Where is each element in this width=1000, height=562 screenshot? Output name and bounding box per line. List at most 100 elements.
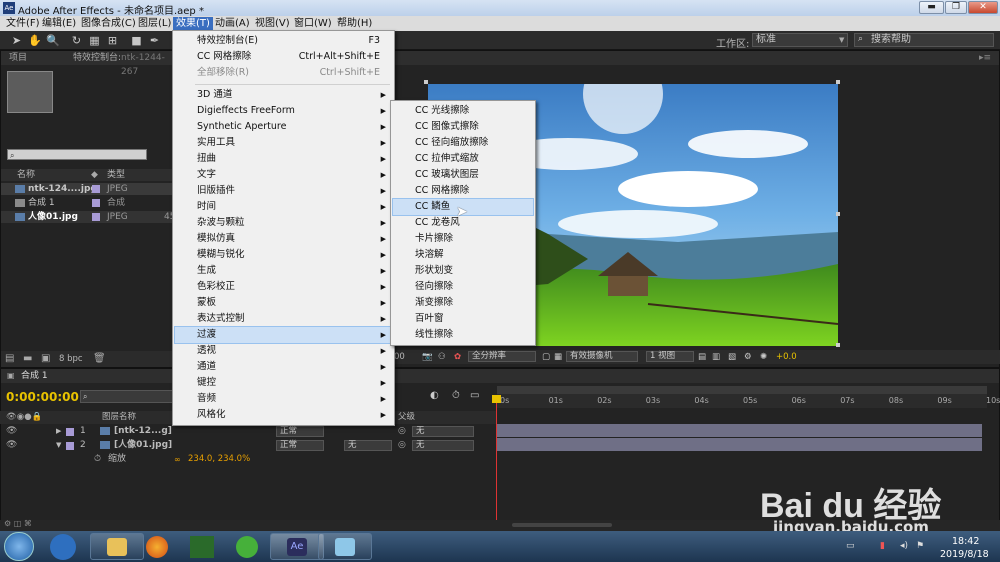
toggle-pixel-aspect-icon[interactable]: ▤ — [698, 350, 706, 364]
layer-row[interactable]: 👁 ▼ 2 [人像01.jpg] 正常 无 ◎ 无 — [0, 439, 497, 452]
video-app-icon[interactable] — [190, 536, 214, 558]
menu-item-category[interactable]: 文字 ▶ — [175, 167, 392, 183]
submenu-item-transition[interactable]: CC 光线擦除 — [393, 103, 533, 119]
clock-time[interactable]: 18:42 — [952, 536, 979, 547]
tab-composition[interactable]: 合成 1 — [21, 369, 48, 383]
eye-icon[interactable]: 👁 — [6, 425, 17, 438]
motion-blur-icon[interactable]: ◐ — [430, 390, 439, 401]
submenu-item-transition[interactable]: 形状划变 — [393, 263, 533, 279]
column-parent[interactable]: 父级 — [398, 411, 415, 424]
menu-item-category[interactable]: Synthetic Aperture ▶ — [175, 119, 392, 135]
submenu-item-transition[interactable]: CC 玻璃状图层 — [393, 167, 533, 183]
submenu-item-transition[interactable]: CC 径向缩放擦除 — [393, 135, 533, 151]
pan-behind-tool-icon[interactable]: ⊞ — [106, 34, 119, 47]
menu-item-category[interactable]: 色彩校正 ▶ — [175, 279, 392, 295]
clock-date[interactable]: 2019/8/18 — [940, 549, 989, 560]
view-layout-select[interactable]: 1 视图 — [646, 351, 694, 362]
transparency-grid-icon[interactable]: ▦ — [554, 350, 562, 364]
menu-animation[interactable]: 动画(A) — [212, 17, 253, 30]
zoom-tool-icon[interactable]: 🔍 — [46, 34, 60, 47]
menu-item-category[interactable]: 扭曲 ▶ — [175, 151, 392, 167]
menu-view[interactable]: 视图(V) — [252, 17, 293, 30]
menu-item-category[interactable]: 透视 ▶ — [175, 343, 392, 359]
resolution-select[interactable]: 全分辨率 — [468, 351, 536, 362]
time-ruler[interactable] — [497, 394, 987, 408]
hand-tool-icon[interactable]: ✋ — [28, 34, 42, 47]
submenu-item-transition[interactable]: CC 拉伸式缩放 — [393, 151, 533, 167]
tab-project[interactable]: 项目 — [9, 51, 27, 65]
layer-row[interactable]: 👁 ▶ 1 [ntk-12...g] 正常 ◎ 无 — [0, 425, 497, 438]
submenu-item-transition[interactable]: 渐变擦除 — [393, 295, 533, 311]
show-snapshot-icon[interactable]: ⚇ — [438, 350, 446, 364]
playhead-line[interactable] — [496, 395, 497, 521]
panel-menu-icon[interactable]: ▸≡ — [979, 51, 991, 65]
pick-whip-icon[interactable]: ◎ — [398, 425, 406, 438]
menu-item-category[interactable]: 时间 ▶ — [175, 199, 392, 215]
menu-item-category[interactable]: 键控 ▶ — [175, 375, 392, 391]
submenu-item-transition[interactable]: CC 图像式擦除 — [393, 119, 533, 135]
expand-chevron-icon[interactable]: ▶ — [56, 425, 61, 438]
submenu-item-transition[interactable]: 块溶解 — [393, 247, 533, 263]
project-row[interactable]: 合成 1 合成 — [1, 197, 173, 209]
snapshot-icon[interactable]: 📷 — [422, 350, 433, 364]
graph-editor-icon[interactable]: ▭ — [470, 390, 479, 401]
layer-handle[interactable] — [424, 80, 428, 84]
zoom-slider[interactable] — [512, 523, 612, 527]
menu-item-category[interactable]: 模糊与锐化 ▶ — [175, 247, 392, 263]
flowchart-icon[interactable]: ⚙ — [744, 350, 752, 364]
current-timecode[interactable]: 0:00:00:00 — [6, 390, 79, 404]
timeline-icon[interactable]: ▧ — [728, 350, 736, 364]
close-icon[interactable]: ▣ — [7, 369, 15, 383]
timeline-search-input[interactable]: ⌕ — [80, 390, 176, 403]
media-player-icon[interactable] — [50, 534, 76, 560]
menu-help[interactable]: 帮助(H) — [334, 17, 375, 30]
bit-depth-button[interactable]: 8 bpc — [59, 354, 83, 364]
menu-item-remove-all[interactable]: 全部移除(R) Ctrl+Shift+E — [175, 65, 392, 81]
stopwatch-icon[interactable]: ⏱ — [94, 453, 101, 466]
menu-composition[interactable]: 图像合成(C) — [78, 17, 139, 30]
layer-duration-bar[interactable] — [497, 438, 982, 451]
menu-item-category[interactable]: 实用工具 ▶ — [175, 135, 392, 151]
tab-effect-controls[interactable]: 特效控制台: — [73, 51, 121, 65]
label-swatch[interactable] — [66, 428, 74, 436]
menu-layer[interactable]: 图层(L) — [135, 17, 174, 30]
playhead-handle[interactable] — [492, 395, 501, 403]
blend-mode-select[interactable]: 正常 — [276, 426, 324, 437]
flag-icon[interactable]: ⚑ — [916, 541, 924, 551]
volume-icon[interactable]: ◂) — [900, 541, 908, 551]
menu-item-effect-controls[interactable]: 特效控制台(E) F3 — [175, 33, 392, 49]
eye-icon[interactable]: 👁 — [6, 439, 17, 452]
constrain-proportions-icon[interactable]: ∞ — [174, 453, 181, 466]
menu-item-last-effect[interactable]: CC 网格擦除 Ctrl+Alt+Shift+E — [175, 49, 392, 65]
interpret-footage-icon[interactable]: ▤ — [5, 353, 14, 364]
start-button[interactable] — [4, 532, 34, 561]
camera-select[interactable]: 有效摄像机 — [566, 351, 638, 362]
menu-item-category[interactable]: 3D 通道 ▶ — [175, 87, 392, 103]
menu-window[interactable]: 窗口(W) — [291, 17, 335, 30]
submenu-item-transition[interactable]: 卡片擦除 — [393, 231, 533, 247]
taskbar-app[interactable] — [318, 533, 372, 560]
exposure-icon[interactable]: ✺ — [760, 350, 767, 364]
work-area-bar[interactable] — [497, 386, 987, 394]
project-row[interactable]: 人像01.jpg JPEG 45 — [1, 211, 175, 223]
pick-whip-icon[interactable]: ◎ — [398, 439, 406, 452]
submenu-item-transition[interactable]: 径向擦除 — [393, 279, 533, 295]
rectangle-tool-icon[interactable]: ■ — [130, 34, 143, 47]
stopwatch-icon[interactable]: ⏱ — [452, 390, 460, 401]
label-swatch[interactable] — [66, 442, 74, 450]
selection-tool-icon[interactable]: ➤ — [10, 34, 23, 47]
trash-icon[interactable]: 🗑 — [93, 353, 106, 364]
menu-item-category[interactable]: 旧版插件 ▶ — [175, 183, 392, 199]
column-type[interactable]: 类型 — [107, 169, 125, 181]
menu-item-category[interactable]: 风格化 ▶ — [175, 407, 392, 423]
blend-mode-select[interactable]: 正常 — [276, 440, 324, 451]
project-search-input[interactable]: ⌕ — [7, 149, 147, 160]
maximize-button[interactable]: ❐ — [945, 1, 967, 14]
help-search-input[interactable]: 搜索帮助 — [854, 33, 994, 47]
keyboard-icon[interactable]: ▭ — [846, 541, 855, 551]
camera-tool-icon[interactable]: ▦ — [88, 34, 101, 47]
submenu-item-transition[interactable]: 百叶窗 — [393, 311, 533, 327]
layer-handle[interactable] — [836, 80, 840, 84]
menu-item-category[interactable]: 通道 ▶ — [175, 359, 392, 375]
menu-item-category[interactable]: 表达式控制 ▶ — [175, 311, 392, 327]
